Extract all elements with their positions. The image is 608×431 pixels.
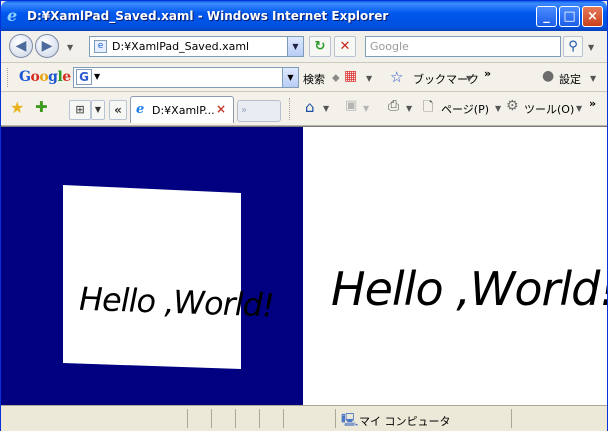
home-icon[interactable]: ⌂ [305, 98, 315, 116]
favorites-star-icon[interactable]: ★ [10, 98, 24, 117]
search-options-dropdown-icon[interactable]: ▼ [588, 43, 594, 52]
status-divider [211, 409, 212, 428]
popup-blocker-icon[interactable]: ▦ [344, 68, 357, 84]
page-icon: 🗋 [423, 100, 434, 115]
settings-gear-icon: ● [542, 68, 555, 84]
tab-close-icon[interactable]: × [216, 103, 226, 115]
page-icon: e [94, 40, 107, 53]
new-tab-glyph: » [241, 105, 248, 116]
google-search-button[interactable]: 検索 [303, 71, 325, 87]
feeds-icon[interactable]: ▣ [345, 98, 357, 113]
tools-menu-button[interactable]: ツール(O) [524, 101, 574, 117]
browser-window: e D:¥XamlPad_Saved.xaml - Windows Intern… [0, 0, 608, 431]
minimize-button[interactable]: _ [536, 6, 557, 27]
star-icon[interactable]: ☆ [390, 68, 403, 86]
print-icon[interactable]: ⎙ [388, 98, 399, 114]
popup-dropdown-icon[interactable]: ▼ [366, 74, 372, 83]
toolbar-grip[interactable] [289, 98, 292, 120]
tab-list-dropdown-icon[interactable]: ▼ [91, 100, 105, 120]
tools-gear-icon: ⚙ [506, 98, 519, 114]
google-logo[interactable]: Google [19, 69, 71, 85]
tools-menu-dropdown-icon[interactable]: ▼ [576, 104, 582, 113]
more-tools-icon[interactable]: » [484, 67, 491, 80]
settings-dropdown-icon[interactable]: ▼ [590, 74, 596, 83]
feeds-dropdown-icon[interactable]: ▼ [363, 104, 369, 113]
status-divider [335, 409, 336, 428]
skewed-white-card [63, 185, 241, 369]
stop-icon[interactable]: ✕ [334, 36, 356, 57]
status-divider [283, 409, 284, 428]
bookmarks-dropdown-icon[interactable]: ▼ [466, 74, 472, 83]
quick-tabs-icon[interactable]: ⊞ [69, 100, 91, 120]
tab-toolbar: ★ ✚ ⊞ ▼ « e D:¥XamlP... × » ⌂ ▼ ▣ ▼ ⎙ ▼ … [1, 92, 607, 126]
g-dropdown-icon[interactable]: ▼ [94, 72, 100, 81]
add-favorite-icon[interactable]: ✚ [35, 98, 48, 116]
address-toolbar: ◀ ▶ ▼ e D:¥XamlPad_Saved.xaml ▼ ↻ ✕ Goog… [1, 31, 607, 63]
history-dropdown-icon[interactable]: ▼ [67, 43, 73, 52]
toolbar-grip[interactable] [7, 68, 10, 87]
google-g-icon[interactable]: G [76, 69, 92, 85]
status-divider [235, 409, 236, 428]
tab-scroll-left-button[interactable]: « [109, 100, 127, 120]
right-pane-graphic: Hello ,World! [331, 262, 607, 316]
page-content: Hello ,World! Hello ,World! [1, 126, 607, 406]
skewed-card-graphic: Hello ,World! [63, 185, 274, 369]
page-menu-dropdown-icon[interactable]: ▼ [495, 104, 501, 113]
tab-ie-icon: e [136, 102, 145, 117]
new-tab-button[interactable]: » [237, 100, 281, 122]
search-placeholder: Google [370, 40, 409, 53]
computer-zone-icon: 🖳 [341, 413, 359, 428]
status-divider [187, 409, 188, 428]
ie-logo-icon: e [7, 6, 18, 25]
maximize-button[interactable]: □ [559, 6, 580, 27]
address-dropdown-icon[interactable]: ▼ [287, 37, 303, 56]
refresh-icon[interactable]: ↻ [309, 36, 331, 57]
back-button[interactable]: ◀ [9, 34, 33, 58]
window-title: D:¥XamlPad_Saved.xaml - Windows Internet… [27, 9, 389, 23]
address-field[interactable]: e D:¥XamlPad_Saved.xaml ▼ [89, 36, 304, 57]
left-hello-text: Hello ,World! [79, 280, 274, 325]
home-dropdown-icon[interactable]: ▼ [323, 104, 329, 113]
status-bar: 🖳 マイ コンピュータ [1, 405, 607, 431]
close-button[interactable]: × [582, 6, 603, 27]
tab-title: D:¥XamlP... [152, 104, 215, 117]
google-search-field[interactable]: G ▼ ▼ [73, 67, 299, 88]
search-input[interactable]: Google [365, 36, 561, 57]
page-menu-button[interactable]: ページ(P) [441, 101, 489, 117]
zone-label[interactable]: マイ コンピュータ [359, 413, 451, 429]
google-toolbar: Google G ▼ ▼ 検索 ⬥ ▦ ▼ ☆ ブックマーク ▼ » ● 設定 … [1, 63, 607, 92]
separator-arrow-icon: ⬥ [332, 71, 340, 84]
print-dropdown-icon[interactable]: ▼ [406, 104, 412, 113]
magnifier-icon[interactable]: ⚲ [563, 36, 583, 57]
settings-button[interactable]: 設定 [559, 71, 581, 87]
google-field-dropdown-icon[interactable]: ▼ [282, 68, 298, 87]
status-divider [259, 409, 260, 428]
address-text[interactable]: D:¥XamlPad_Saved.xaml [112, 40, 249, 53]
tab-current[interactable]: e D:¥XamlP... × [130, 96, 234, 123]
left-pane-navy: Hello ,World! [1, 127, 303, 406]
more-commands-icon[interactable]: » [589, 97, 596, 110]
right-hello-text: Hello ,World! [331, 262, 607, 316]
title-bar[interactable]: e D:¥XamlPad_Saved.xaml - Windows Intern… [1, 1, 607, 31]
forward-button[interactable]: ▶ [35, 34, 59, 58]
status-divider [511, 409, 512, 428]
